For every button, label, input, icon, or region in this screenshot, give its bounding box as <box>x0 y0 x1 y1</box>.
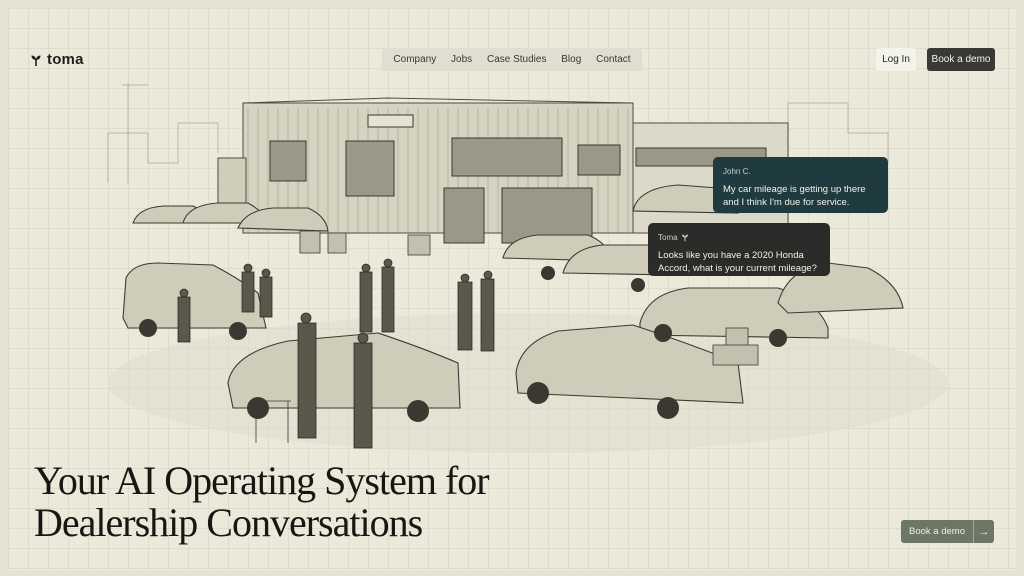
brand-logo[interactable]: toma <box>30 51 84 68</box>
chat-sender-name: John C. <box>723 167 751 176</box>
page-frame: toma Company Jobs Case Studies Blog Cont… <box>8 8 1016 570</box>
chat-sender-name: Toma <box>658 233 678 242</box>
hero-title: Your AI Operating System for Dealership … <box>34 460 594 544</box>
hero-title-line-1: Your AI Operating System for <box>34 458 490 503</box>
chat-sender-bot: Toma <box>658 231 820 244</box>
cta-label: Book a demo <box>909 526 965 537</box>
brand-name: toma <box>47 51 84 68</box>
hero-title-line-2: Dealership Conversations <box>34 500 423 545</box>
toma-sprout-icon <box>681 234 688 242</box>
dealership-illustration <box>107 83 948 453</box>
chat-message-user: My car mileage is getting up there and I… <box>723 184 866 208</box>
chat-message-bot: Looks like you have a 2020 Honda Accord,… <box>658 250 817 274</box>
chat-bubble-bot: Toma Looks like you have a 2020 Honda Ac… <box>648 223 830 276</box>
hero-book-demo-button[interactable]: Book a demo → <box>901 520 994 543</box>
chat-bubble-user: John C. My car mileage is getting up the… <box>713 157 888 213</box>
arrow-right-icon: → <box>972 520 994 543</box>
toma-sprout-icon <box>31 55 41 66</box>
